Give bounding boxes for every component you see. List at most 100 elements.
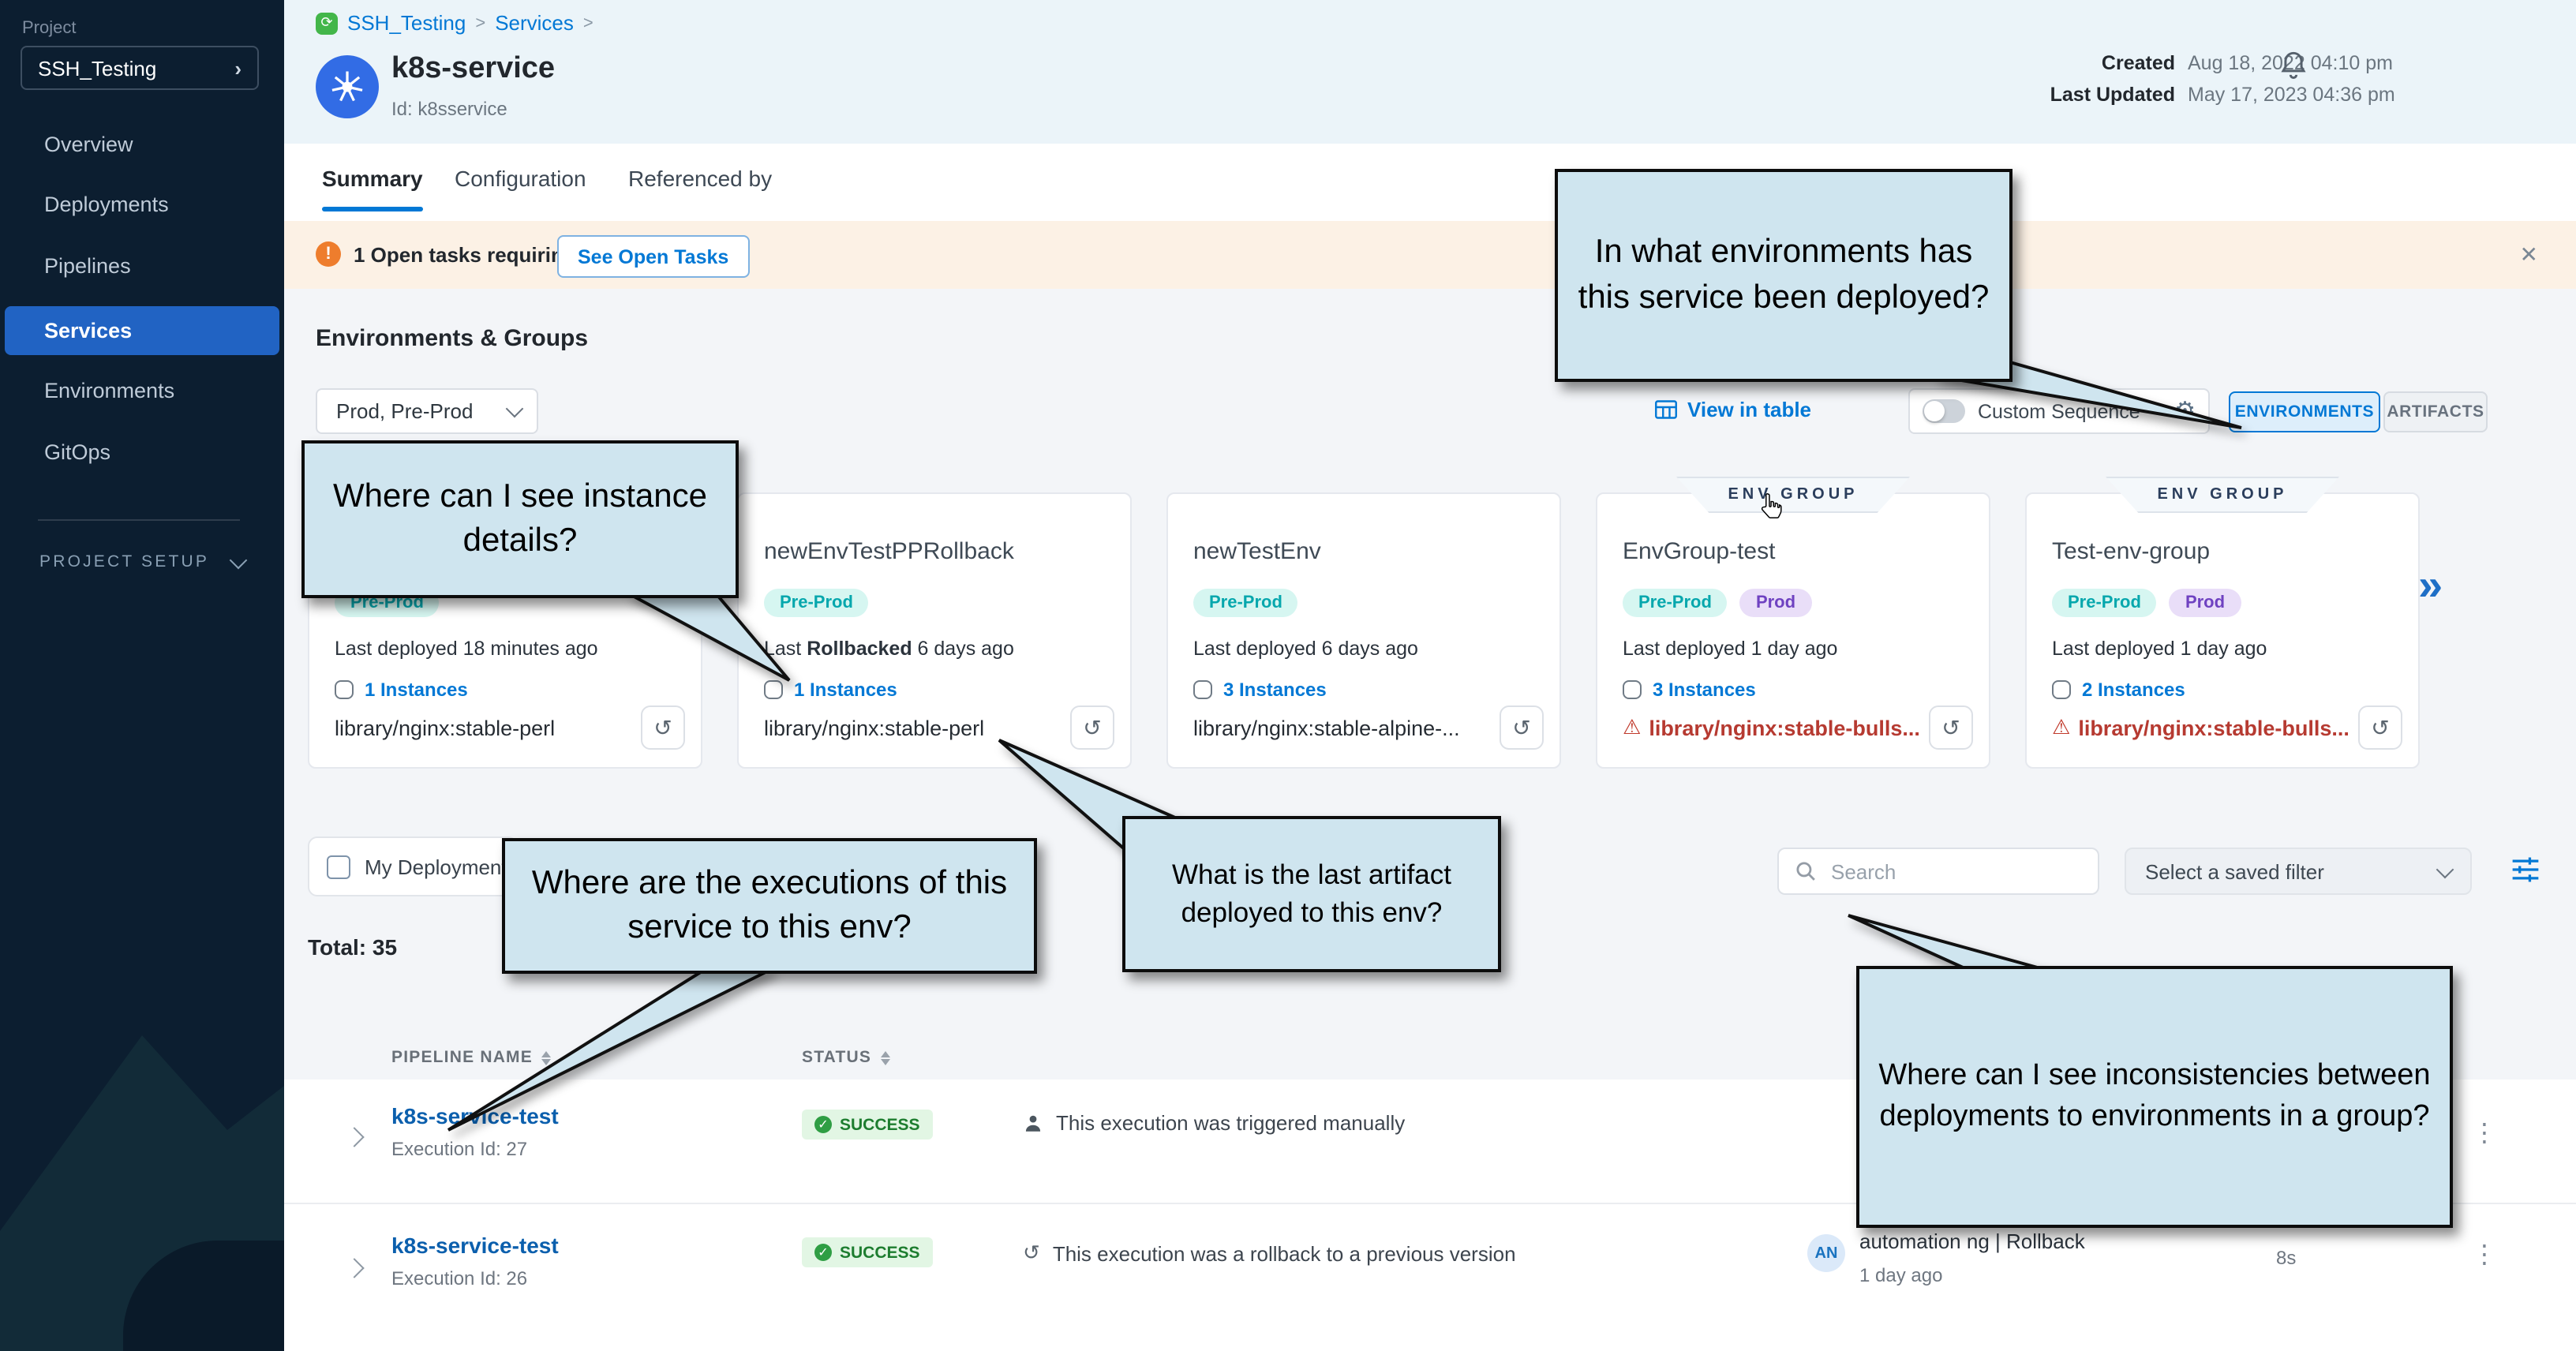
app-window: Project SSH_Testing › Overview Deploymen… (0, 0, 2576, 1351)
sidebar-item-environments[interactable]: Environments (5, 368, 279, 412)
env-group-card[interactable]: ENV GROUP Test-env-group Pre-Prod Prod L… (2025, 492, 2420, 769)
last-deployed: Last deployed 18 minutes ago (335, 638, 598, 660)
instance-icon (335, 680, 354, 699)
filter-sliders-icon[interactable] (2510, 854, 2541, 893)
execution-duration: 8s (2276, 1247, 2296, 1269)
artifact-name-error: ⚠library/nginx:stable-bulls... (1623, 715, 1920, 740)
redeploy-icon[interactable]: ↺ (1070, 705, 1114, 750)
env-type-filter-dropdown[interactable]: Prod, Pre-Prod (316, 388, 538, 434)
env-name: newEnvTestPPRollback (764, 538, 1014, 565)
tab-summary[interactable]: Summary (322, 166, 423, 191)
sidebar: Project SSH_Testing › Overview Deploymen… (0, 0, 284, 1351)
environments-groups-heading: Environments & Groups (316, 325, 588, 352)
service-id: Id: k8sservice (391, 98, 507, 120)
trigger-info: ↺ This execution was a rollback to a pre… (1023, 1241, 1516, 1266)
instances-link[interactable]: 2 Instances (2052, 679, 2185, 701)
instances-link[interactable]: 3 Instances (1623, 679, 1756, 701)
search-input[interactable] (1828, 858, 2071, 885)
tab-environments-toggle[interactable]: ENVIRONMENTS (2229, 391, 2380, 432)
instances-link[interactable]: 1 Instances (335, 679, 468, 701)
chevron-down-icon (2436, 860, 2454, 878)
actor-info: automation ng | Rollback (1859, 1229, 2085, 1253)
execution-id: Execution Id: 27 (391, 1138, 527, 1160)
scroll-right-chevron-icon[interactable]: » (2418, 560, 2443, 611)
sidebar-item-pipelines[interactable]: Pipelines (5, 243, 279, 287)
sort-icon[interactable] (542, 1050, 552, 1065)
instance-icon (1623, 680, 1642, 699)
env-filter-value: Prod, Pre-Prod (336, 399, 473, 423)
project-setup-toggle[interactable]: PROJECT SETUP (39, 552, 245, 571)
env-type-badge: Pre-Prod (1623, 589, 1728, 617)
kebab-menu-icon[interactable]: ⋮ (2472, 1239, 2497, 1271)
instance-icon (764, 680, 783, 699)
custom-sequence-toggle[interactable] (1923, 399, 1965, 423)
expand-chevron-icon[interactable] (344, 1127, 364, 1147)
breadcrumb-project-link[interactable]: SSH_Testing (347, 11, 466, 35)
callout-executions: Where are the executions of this service… (502, 838, 1037, 974)
notification-bell-icon[interactable] (2276, 47, 2311, 90)
created-label: Created (2020, 52, 2175, 74)
redeploy-icon[interactable]: ↺ (1500, 705, 1544, 750)
table-icon (1654, 398, 1678, 421)
project-selector[interactable]: SSH_Testing › (21, 46, 259, 90)
instances-link[interactable]: 3 Instances (1193, 679, 1327, 701)
env-type-badge: Prod (2170, 589, 2241, 617)
env-group-card[interactable]: ENV GROUP EnvGroup-test Pre-Prod Prod La… (1596, 492, 1990, 769)
status-badge: ✓ SUCCESS (802, 1110, 933, 1140)
view-in-table-button[interactable]: View in table (1654, 398, 1811, 421)
active-tab-indicator (322, 207, 423, 211)
service-meta: Created Aug 18, 2022 04:10 pm Last Updat… (2020, 52, 2395, 106)
env-type-badge: Pre-Prod (2052, 589, 2157, 617)
sidebar-item-services[interactable]: Services (5, 306, 279, 355)
redeploy-icon[interactable]: ↺ (1929, 705, 1973, 750)
warning-icon: ! (316, 241, 341, 267)
pipeline-link[interactable]: k8s-service-test (391, 1233, 559, 1258)
artifact-name: library/nginx:stable-perl (764, 716, 984, 739)
toggle-knob (1924, 401, 1945, 421)
project-name: SSH_Testing (38, 56, 156, 80)
breadcrumb: ⟳ SSH_Testing > Services > (316, 11, 593, 35)
open-tasks-banner: ! 1 Open tasks requiring your attention.… (284, 221, 2576, 289)
kebab-menu-icon[interactable]: ⋮ (2472, 1117, 2497, 1149)
saved-filter-dropdown[interactable]: Select a saved filter (2125, 848, 2472, 895)
instances-link[interactable]: 1 Instances (764, 679, 897, 701)
total-count: Total: 35 (308, 934, 397, 960)
execution-time: 1 day ago (1859, 1264, 1942, 1286)
custom-sequence-control: Custom Sequence ⚙ (1908, 388, 2210, 434)
expand-chevron-icon[interactable] (344, 1258, 364, 1278)
env-card[interactable]: newTestEnv Pre-Prod Last deployed 6 days… (1166, 492, 1561, 769)
sort-icon[interactable] (881, 1050, 890, 1065)
redeploy-icon[interactable]: ↺ (2358, 705, 2402, 750)
search-field (1777, 848, 2099, 895)
trigger-info: This execution was triggered manually (1023, 1111, 1405, 1135)
redeploy-icon[interactable]: ↺ (641, 705, 685, 750)
sidebar-item-overview[interactable]: Overview (5, 122, 279, 166)
sidebar-item-deployments[interactable]: Deployments (5, 182, 279, 226)
callout-inconsistencies: Where can I see inconsistencies between … (1856, 966, 2453, 1228)
page-header: ⟳ SSH_Testing > Services > k8s-service I… (284, 0, 2576, 144)
env-name: Test-env-group (2052, 538, 2210, 565)
tab-artifacts-toggle[interactable]: ARTIFACTS (2383, 391, 2488, 432)
env-card[interactable]: newEnvTestPPRollback Pre-Prod Last Rollb… (737, 492, 1132, 769)
env-name: EnvGroup-test (1623, 538, 1775, 565)
sidebar-divider (38, 519, 240, 521)
column-header-status[interactable]: STATUS (802, 1048, 890, 1067)
check-icon: ✓ (814, 1244, 832, 1261)
breadcrumb-separator: > (583, 13, 593, 32)
project-label: Project (22, 19, 77, 38)
instance-icon (2052, 680, 2071, 699)
column-header-pipeline[interactable]: PIPELINE NAME (391, 1048, 552, 1067)
tab-referenced-by[interactable]: Referenced by (628, 166, 772, 191)
gear-icon[interactable]: ⚙ (2174, 399, 2196, 423)
my-deployments-checkbox[interactable] (327, 855, 350, 878)
sidebar-item-gitops[interactable]: GitOps (5, 429, 279, 473)
warning-triangle-icon: ⚠ (2052, 715, 2070, 740)
tab-configuration[interactable]: Configuration (455, 166, 586, 191)
cursor-pointer-icon (1757, 491, 1784, 529)
breadcrumb-services-link[interactable]: Services (495, 11, 574, 35)
pipeline-link[interactable]: k8s-service-test (391, 1103, 559, 1128)
see-open-tasks-button[interactable]: See Open Tasks (557, 235, 749, 278)
last-deployed: Last deployed 1 day ago (1623, 638, 1837, 660)
close-icon[interactable]: ✕ (2520, 241, 2538, 268)
artifact-name: library/nginx:stable-perl (335, 716, 555, 739)
